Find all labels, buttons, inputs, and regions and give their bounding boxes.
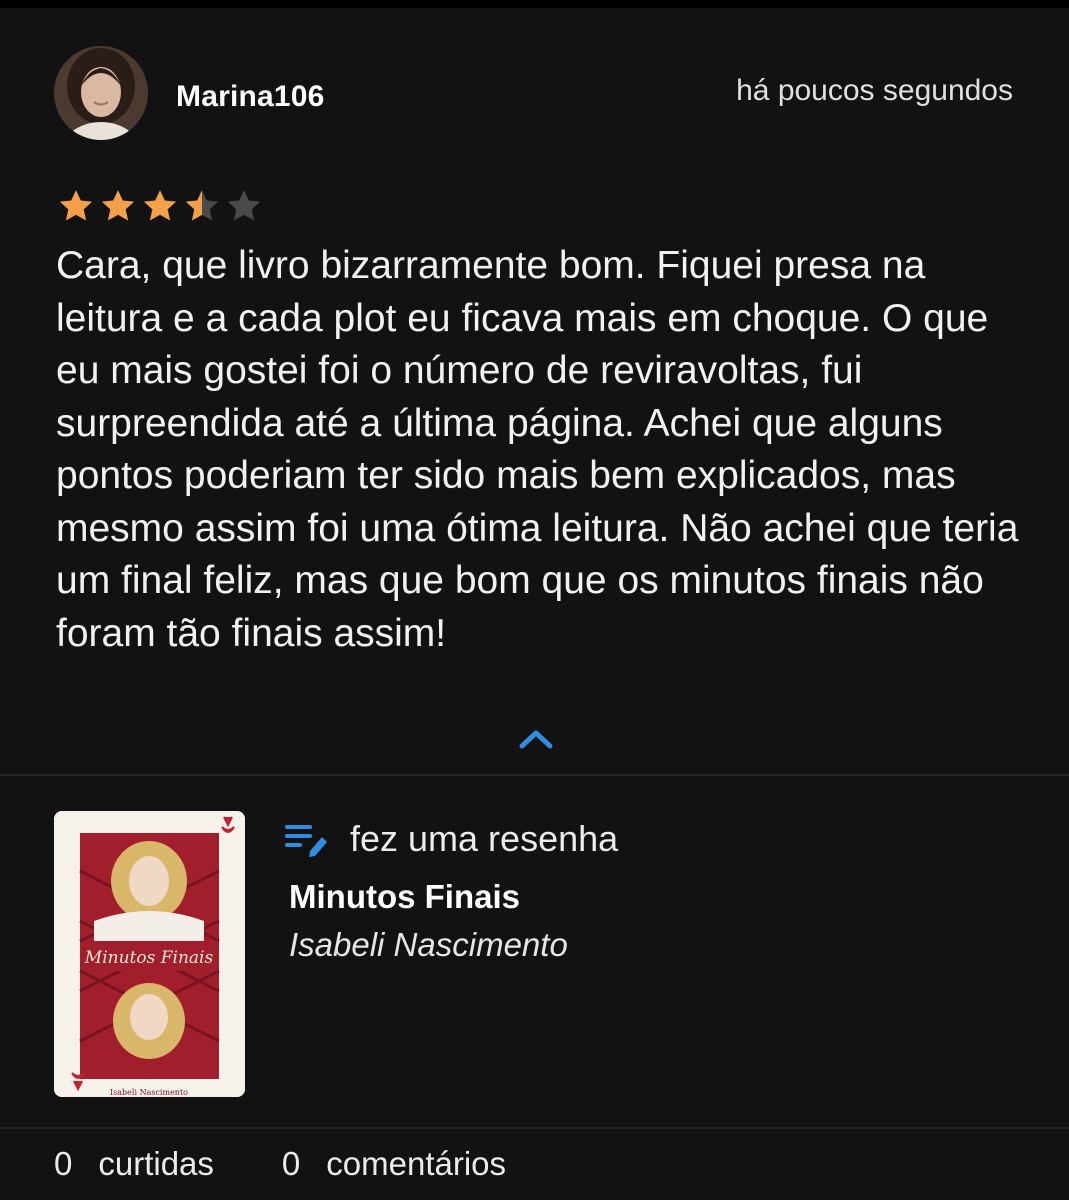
collapse-review-button[interactable] [516,722,556,754]
divider [0,774,1069,776]
star-rating [56,186,264,226]
book-cover-art: Minutos Finais Isabeli Nascimento [54,811,245,1097]
book-cover-author: Isabeli Nascimento [110,1088,188,1097]
star-half-icon [185,190,219,221]
review-text: Cara, que livro bizarramente bom. Fiquei… [56,244,1019,655]
top-bar [0,0,1069,8]
star-full-icon [59,190,93,221]
likes-count: 0 [54,1145,73,1182]
book-title[interactable]: Minutos Finais [289,878,520,916]
username[interactable]: Marina106 [176,80,325,114]
star-full-icon [101,190,135,221]
comments-label: comentários [326,1145,507,1182]
chevron-up-icon [519,730,553,749]
book-author[interactable]: Isabeli Nascimento [289,926,568,964]
likes-button[interactable]: 0 curtidas [54,1145,214,1183]
divider [0,1127,1069,1129]
avatar[interactable] [54,46,148,140]
activity-label: fez uma resenha [350,818,619,859]
review-timestamp: há poucos segundos [736,74,1013,107]
activity-line: fez uma resenha [284,818,618,860]
star-empty-icon [227,190,261,221]
avatar-image [54,46,148,140]
book-cover[interactable]: Minutos Finais Isabeli Nascimento [54,811,245,1097]
review-stats: 0 curtidas 0 comentários [54,1145,506,1183]
star-full-icon [143,190,177,221]
comments-button[interactable]: 0 comentários [282,1145,506,1183]
edit-list-icon [285,825,327,857]
book-cover-title: Minutos Finais [84,948,214,968]
likes-label: curtidas [98,1145,214,1182]
comments-count: 0 [281,1145,301,1182]
